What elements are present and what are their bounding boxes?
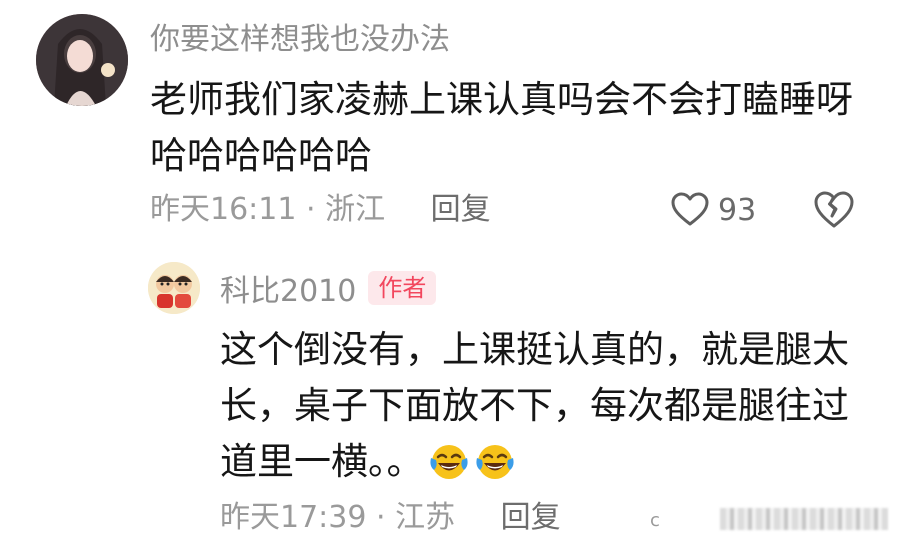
meta-separator: ·: [376, 500, 386, 535]
reply-text-block: 这个倒没有，上课挺认真的，就是腿太长，桌子下面放不下，每次都是腿往过道里一横。。: [220, 322, 880, 490]
user-avatar-photo-icon: [36, 14, 128, 106]
laughing-tears-emoji-icon: [429, 445, 468, 479]
reply-user-row: 科比2010 作者: [220, 266, 437, 310]
broken-heart-icon: [814, 191, 854, 228]
reply-time: 昨天17:39: [220, 500, 367, 535]
comment-time: 昨天16:11: [150, 192, 297, 227]
laughing-tears-emoji-icon: [475, 445, 514, 479]
comment-text: 老师我们家凌赫上课认真吗会不会打瞌睡呀哈哈哈哈哈哈: [150, 78, 853, 177]
like-button[interactable]: 93: [670, 188, 756, 232]
cartoon-avatar-icon: [148, 262, 200, 314]
reply-button[interactable]: 回复: [431, 192, 491, 227]
reply-button[interactable]: 回复: [501, 500, 561, 535]
heart-outline-icon: [671, 192, 709, 226]
comment-meta: 昨天16:11 · 浙江 回复: [150, 190, 491, 230]
avatar[interactable]: [36, 14, 128, 106]
comment-username[interactable]: 你要这样想我也没办法: [150, 20, 450, 60]
meta-separator: ·: [306, 192, 316, 227]
blurred-watermark: [720, 508, 888, 530]
reply-location: 江苏: [395, 500, 456, 535]
reply-text: 这个倒没有，上课挺认真的，就是腿太长，桌子下面放不下，每次都是腿往过道里一横。。: [220, 328, 849, 483]
dislike-button[interactable]: [812, 188, 856, 232]
comment-location: 浙江: [325, 192, 386, 227]
reply-username[interactable]: 科比2010: [220, 266, 356, 310]
author-badge: 作者: [368, 271, 437, 305]
footer-mark: c: [650, 510, 660, 531]
like-count: 93: [718, 192, 757, 228]
reply-avatar[interactable]: [148, 262, 200, 314]
reply-meta: 昨天17:39 · 江苏 回复: [220, 498, 561, 538]
